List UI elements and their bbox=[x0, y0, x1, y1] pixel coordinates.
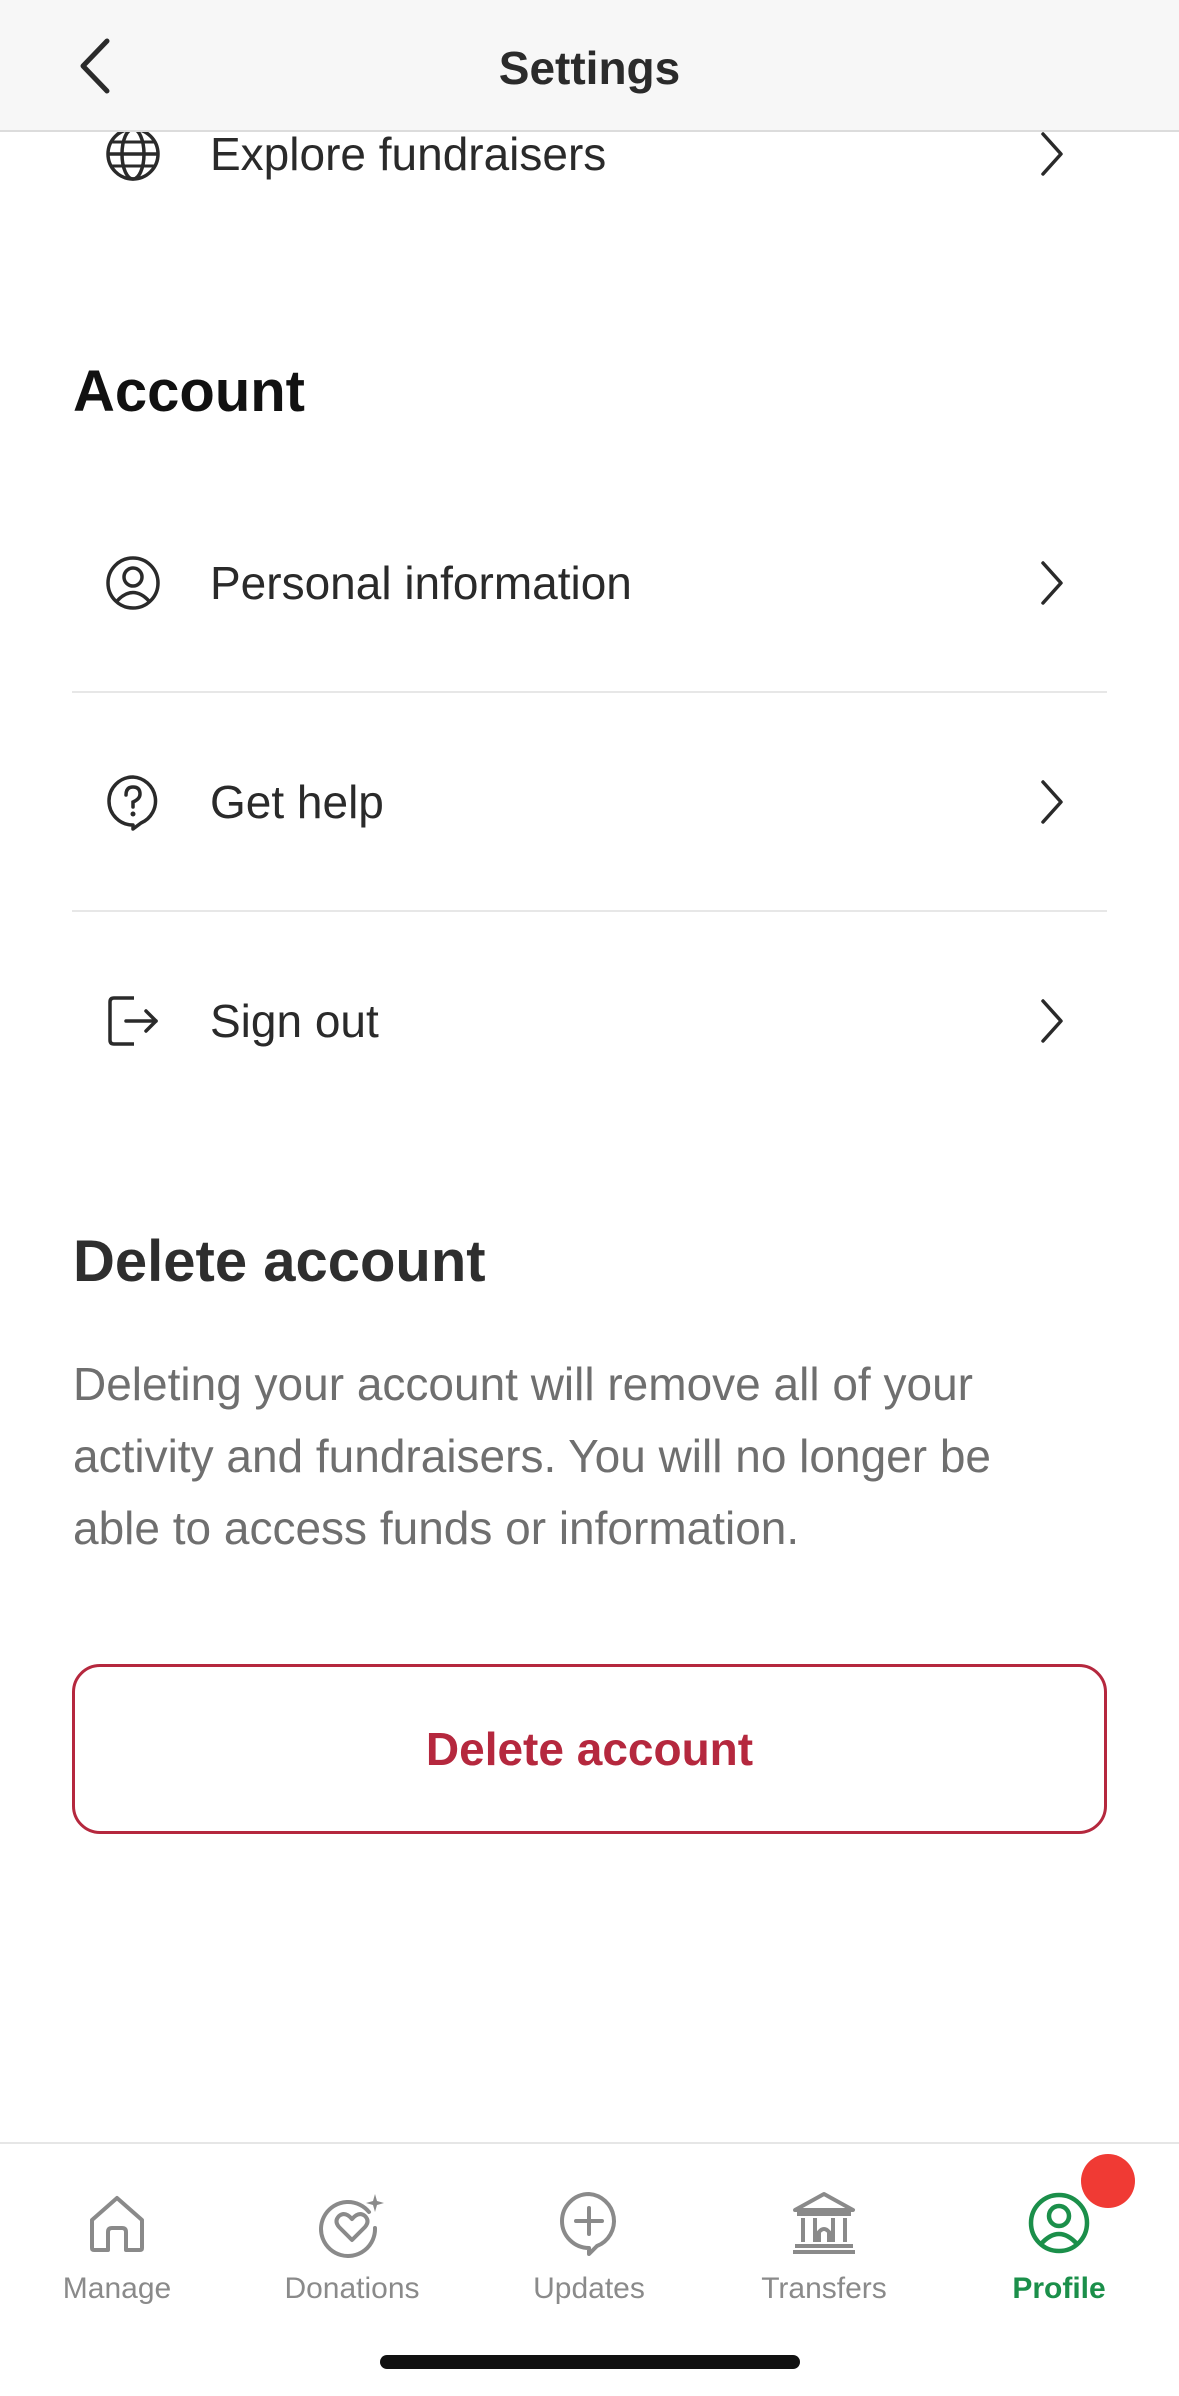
tab-donations[interactable]: Donations bbox=[242, 2166, 462, 2326]
top-nav-bar: Settings bbox=[0, 0, 1179, 132]
chevron-right-icon bbox=[1041, 780, 1063, 824]
heart-sparkle-icon bbox=[319, 2194, 384, 2258]
tab-label: Profile bbox=[1012, 2272, 1106, 2305]
tab-label: Manage bbox=[62, 2272, 172, 2305]
sign-out-icon bbox=[108, 996, 158, 1046]
tab-label: Donations bbox=[284, 2272, 420, 2305]
personal-information-label: Personal information bbox=[210, 557, 632, 609]
tab-updates[interactable]: Updates bbox=[479, 2166, 699, 2326]
personal-information-row[interactable]: Personal information bbox=[72, 474, 1107, 692]
bank-icon bbox=[793, 2192, 855, 2254]
sign-out-label: Sign out bbox=[210, 995, 379, 1047]
help-bubble-icon bbox=[107, 775, 158, 831]
globe-icon bbox=[106, 127, 160, 181]
explore-fundraisers-label: Explore fundraisers bbox=[210, 128, 607, 180]
user-circle-icon bbox=[106, 556, 160, 610]
sign-out-row[interactable]: Sign out bbox=[72, 912, 1107, 1130]
notification-dot bbox=[1081, 2154, 1135, 2208]
home-indicator bbox=[380, 2355, 800, 2369]
page-title: Settings bbox=[498, 42, 681, 94]
tab-label: Transfers bbox=[761, 2272, 887, 2305]
delete-account-button[interactable]: Delete account bbox=[72, 1664, 1107, 1834]
account-section-title: Account bbox=[73, 359, 305, 424]
tab-manage[interactable]: Manage bbox=[7, 2166, 227, 2326]
tab-profile[interactable]: Profile bbox=[949, 2166, 1169, 2326]
get-help-row[interactable]: Get help bbox=[72, 693, 1107, 911]
home-icon bbox=[90, 2196, 144, 2252]
delete-account-section-title: Delete account bbox=[73, 1229, 486, 1294]
chevron-right-icon bbox=[1041, 999, 1063, 1043]
chevron-right-icon bbox=[1041, 561, 1063, 605]
delete-account-description: Deleting your account will remove all of… bbox=[73, 1358, 992, 1554]
get-help-label: Get help bbox=[210, 776, 384, 828]
plus-bubble-icon bbox=[560, 2192, 616, 2256]
profile-icon bbox=[1028, 2192, 1090, 2254]
tab-label: Updates bbox=[533, 2272, 645, 2305]
chevron-right-icon bbox=[1041, 132, 1063, 176]
tab-transfers[interactable]: Transfers bbox=[714, 2166, 934, 2326]
